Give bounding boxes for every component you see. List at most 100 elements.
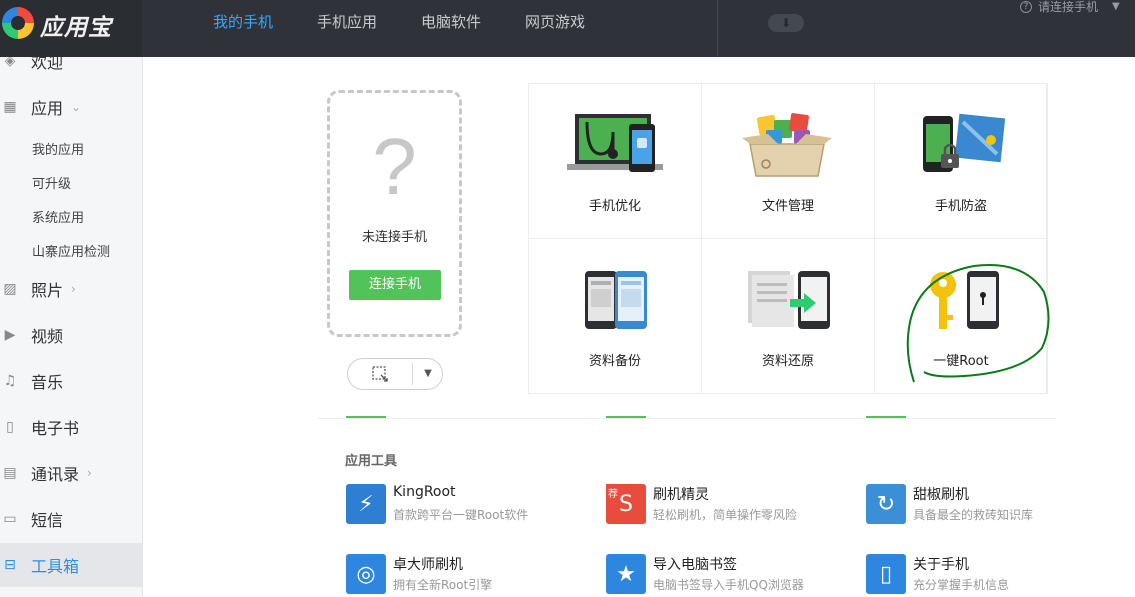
recommended-badge: 荐 xyxy=(606,484,620,501)
sidebar-item-label: 照片 xyxy=(31,281,64,300)
tool-zhuodashi[interactable]: ◎ 卓大师刷机 拥有全新Root引擎 xyxy=(346,554,586,596)
grid-icon: ▦ xyxy=(3,99,17,115)
phone-status-label: 未连接手机 xyxy=(361,230,427,245)
sidebar-item-label: 通讯录 xyxy=(31,465,80,484)
sidebar-item-sms[interactable]: ▭ 短信 xyxy=(0,497,142,541)
feature-backup[interactable]: 资料备份 xyxy=(529,239,702,394)
control-divider xyxy=(412,363,413,385)
tool-desc: 具备最全的救砖知识库 xyxy=(913,508,1034,522)
tool-shuaji-jingling[interactable]: 荐S 刷机精灵 轻松刷机，简单操作零风险 xyxy=(606,484,846,526)
sidebar-item-welcome[interactable]: ◈ 欢迎 xyxy=(0,57,142,83)
sidebar-item-apps[interactable]: ▦ 应用 ⌄ xyxy=(0,85,142,129)
sidebar-item-label: 欢迎 xyxy=(31,57,64,72)
sidebar-item-photos[interactable]: ▨ 照片 › xyxy=(0,267,142,311)
chevron-right-icon: › xyxy=(87,466,92,480)
app-logo[interactable]: 应用宝 xyxy=(0,0,142,57)
menu-caret-icon[interactable]: ▼ xyxy=(1112,1,1120,12)
tab-my-phone[interactable]: 我的手机 xyxy=(195,0,291,45)
tool-desc: 首款跨平台一键Root软件 xyxy=(393,508,529,522)
backup-icon xyxy=(585,271,647,329)
feature-restore[interactable]: 资料还原 xyxy=(702,239,875,394)
photo-icon: ▨ xyxy=(3,281,17,297)
tool-import-bookmarks[interactable]: ★ 导入电脑书签 电脑书签导入手机QQ浏览器 xyxy=(606,554,846,596)
music-icon: ♫ xyxy=(3,373,17,389)
tool-name: 卓大师刷机 xyxy=(393,557,463,573)
feature-label: 手机防盗 xyxy=(934,199,987,214)
sidebar-item-music[interactable]: ♫ 音乐 xyxy=(0,359,142,403)
download-icon: ⬇ xyxy=(780,16,792,30)
phone-placeholder: ? 未连接手机 连接手机 xyxy=(327,90,462,337)
welcome-icon: ◈ xyxy=(4,57,16,69)
screenshot-icon xyxy=(371,366,388,382)
sidebar-item-label: 短信 xyxy=(31,511,64,530)
tab-web-games[interactable]: 网页游戏 xyxy=(507,0,603,45)
tool-name: 刷机精灵 xyxy=(653,487,709,503)
sidebar-item-video[interactable]: ▶ 视频 xyxy=(0,313,142,357)
top-bar: 应用宝 我的手机 手机应用 电脑软件 网页游戏 ⬇ ? 请连接手机 ▼ xyxy=(0,0,1135,57)
sidebar-subitem-fake-app-check[interactable]: 山寨应用检测 xyxy=(32,241,110,260)
sidebar-item-contacts[interactable]: ▤ 通讯录 › xyxy=(0,451,142,495)
connection-status[interactable]: ? 请连接手机 ▼ xyxy=(1020,0,1120,15)
tool-name: 关于手机 xyxy=(913,557,969,573)
sidebar-item-label: 视频 xyxy=(31,327,64,346)
connection-status-label: 请连接手机 xyxy=(1038,0,1099,14)
nav-divider xyxy=(717,0,718,57)
restore-icon xyxy=(748,271,830,329)
tool-name: KingRoot xyxy=(393,484,456,500)
lightning-icon: ⚡ xyxy=(346,484,386,524)
connect-phone-button[interactable]: 连接手机 xyxy=(349,270,441,300)
tool-desc: 轻松刷机，简单操作零风险 xyxy=(653,508,798,522)
feature-label: 文件管理 xyxy=(761,199,814,214)
screenshot-dropdown-icon[interactable]: ▼ xyxy=(414,359,442,389)
feature-label: 资料还原 xyxy=(761,354,814,369)
sidebar-item-ebooks[interactable]: ▯ 电子书 xyxy=(0,405,142,449)
sms-icon: ▭ xyxy=(3,511,17,527)
tool-desc: 拥有全新Root引擎 xyxy=(393,578,493,592)
top-nav: 我的手机 手机应用 电脑软件 网页游戏 xyxy=(195,0,611,57)
tool-kingroot[interactable]: ⚡ KingRoot 首款跨平台一键Root软件 xyxy=(346,484,586,526)
sidebar-item-label: 音乐 xyxy=(31,373,64,392)
logo-icon xyxy=(2,7,34,39)
tool-about-phone[interactable]: ▯ 关于手机 充分掌握手机信息 xyxy=(866,554,1106,596)
phone-optimize-icon xyxy=(567,114,663,172)
screenshot-control: ▼ xyxy=(347,358,443,390)
toolbox-icon: ⊟ xyxy=(4,557,16,573)
sidebar-item-label: 工具箱 xyxy=(31,557,80,576)
contacts-icon: ▤ xyxy=(3,465,17,481)
sidebar-subitem-system-apps[interactable]: 系统应用 xyxy=(32,207,84,226)
sidebar-subitem-my-apps[interactable]: 我的应用 xyxy=(32,139,84,158)
tab-pc-software[interactable]: 电脑软件 xyxy=(403,0,499,45)
feature-file-manager[interactable]: 文件管理 xyxy=(702,84,875,239)
anti-theft-icon xyxy=(923,113,1006,172)
tool-name: 甜椒刷机 xyxy=(913,487,969,503)
feature-phone-optimize[interactable]: 手机优化 xyxy=(529,84,702,239)
section-title: 应用工具 xyxy=(345,454,398,469)
file-manager-icon xyxy=(742,113,832,177)
question-mark-icon: ? xyxy=(372,122,417,211)
book-icon: ▯ xyxy=(6,419,14,435)
sidebar-subitem-upgradable[interactable]: 可升级 xyxy=(32,173,71,192)
tool-desc: 电脑书签导入手机QQ浏览器 xyxy=(653,578,804,592)
section-divider xyxy=(318,418,1056,419)
sidebar-item-label: 电子书 xyxy=(31,419,80,438)
phone-info-icon: ▯ xyxy=(866,554,906,594)
tool-name: 导入电脑书签 xyxy=(653,557,737,573)
video-icon: ▶ xyxy=(4,327,16,343)
tab-phone-apps[interactable]: 手机应用 xyxy=(299,0,395,45)
screenshot-button[interactable] xyxy=(348,359,411,389)
sidebar-item-toolbox[interactable]: ⊟ 工具箱 xyxy=(0,543,142,587)
swirl-icon: ◎ xyxy=(346,554,386,594)
chevron-down-icon: ⌄ xyxy=(71,100,82,114)
tool-desc: 充分掌握手机信息 xyxy=(913,578,1010,592)
bookmark-icon: ★ xyxy=(606,554,646,594)
annotation-circle xyxy=(906,264,1050,383)
help-icon: ? xyxy=(1020,0,1032,13)
app-title: 应用宝 xyxy=(40,15,112,41)
feature-anti-theft[interactable]: 手机防盗 xyxy=(875,84,1048,239)
tool-tianjiao[interactable]: ↻ 甜椒刷机 具备最全的救砖知识库 xyxy=(866,484,1106,526)
flash-rom-icon: 荐S xyxy=(606,484,646,524)
sidebar: ◈ 欢迎 ▦ 应用 ⌄ 我的应用 可升级 系统应用 山寨应用检测 ▨ 照片 › … xyxy=(0,57,143,597)
feature-label: 手机优化 xyxy=(588,199,641,214)
refresh-icon: ↻ xyxy=(866,484,906,524)
download-button[interactable]: ⬇ xyxy=(768,14,804,32)
